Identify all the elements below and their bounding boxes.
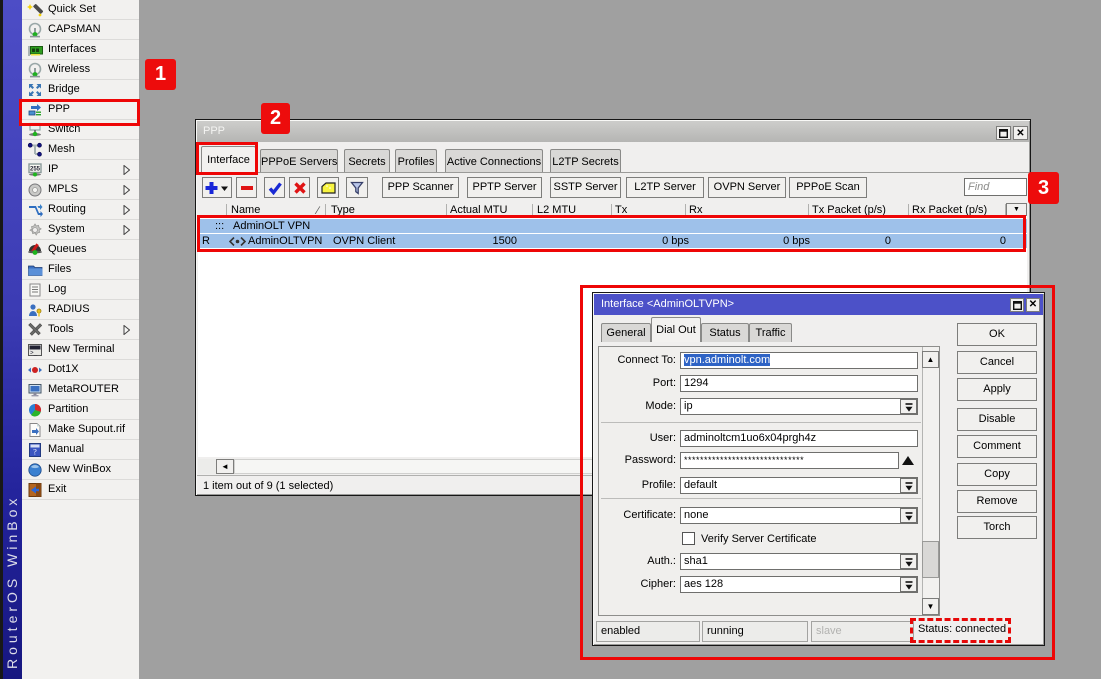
svg-text:?: ? — [33, 448, 37, 457]
svg-text:>_: >_ — [30, 350, 38, 357]
svg-text:255: 255 — [30, 167, 41, 173]
